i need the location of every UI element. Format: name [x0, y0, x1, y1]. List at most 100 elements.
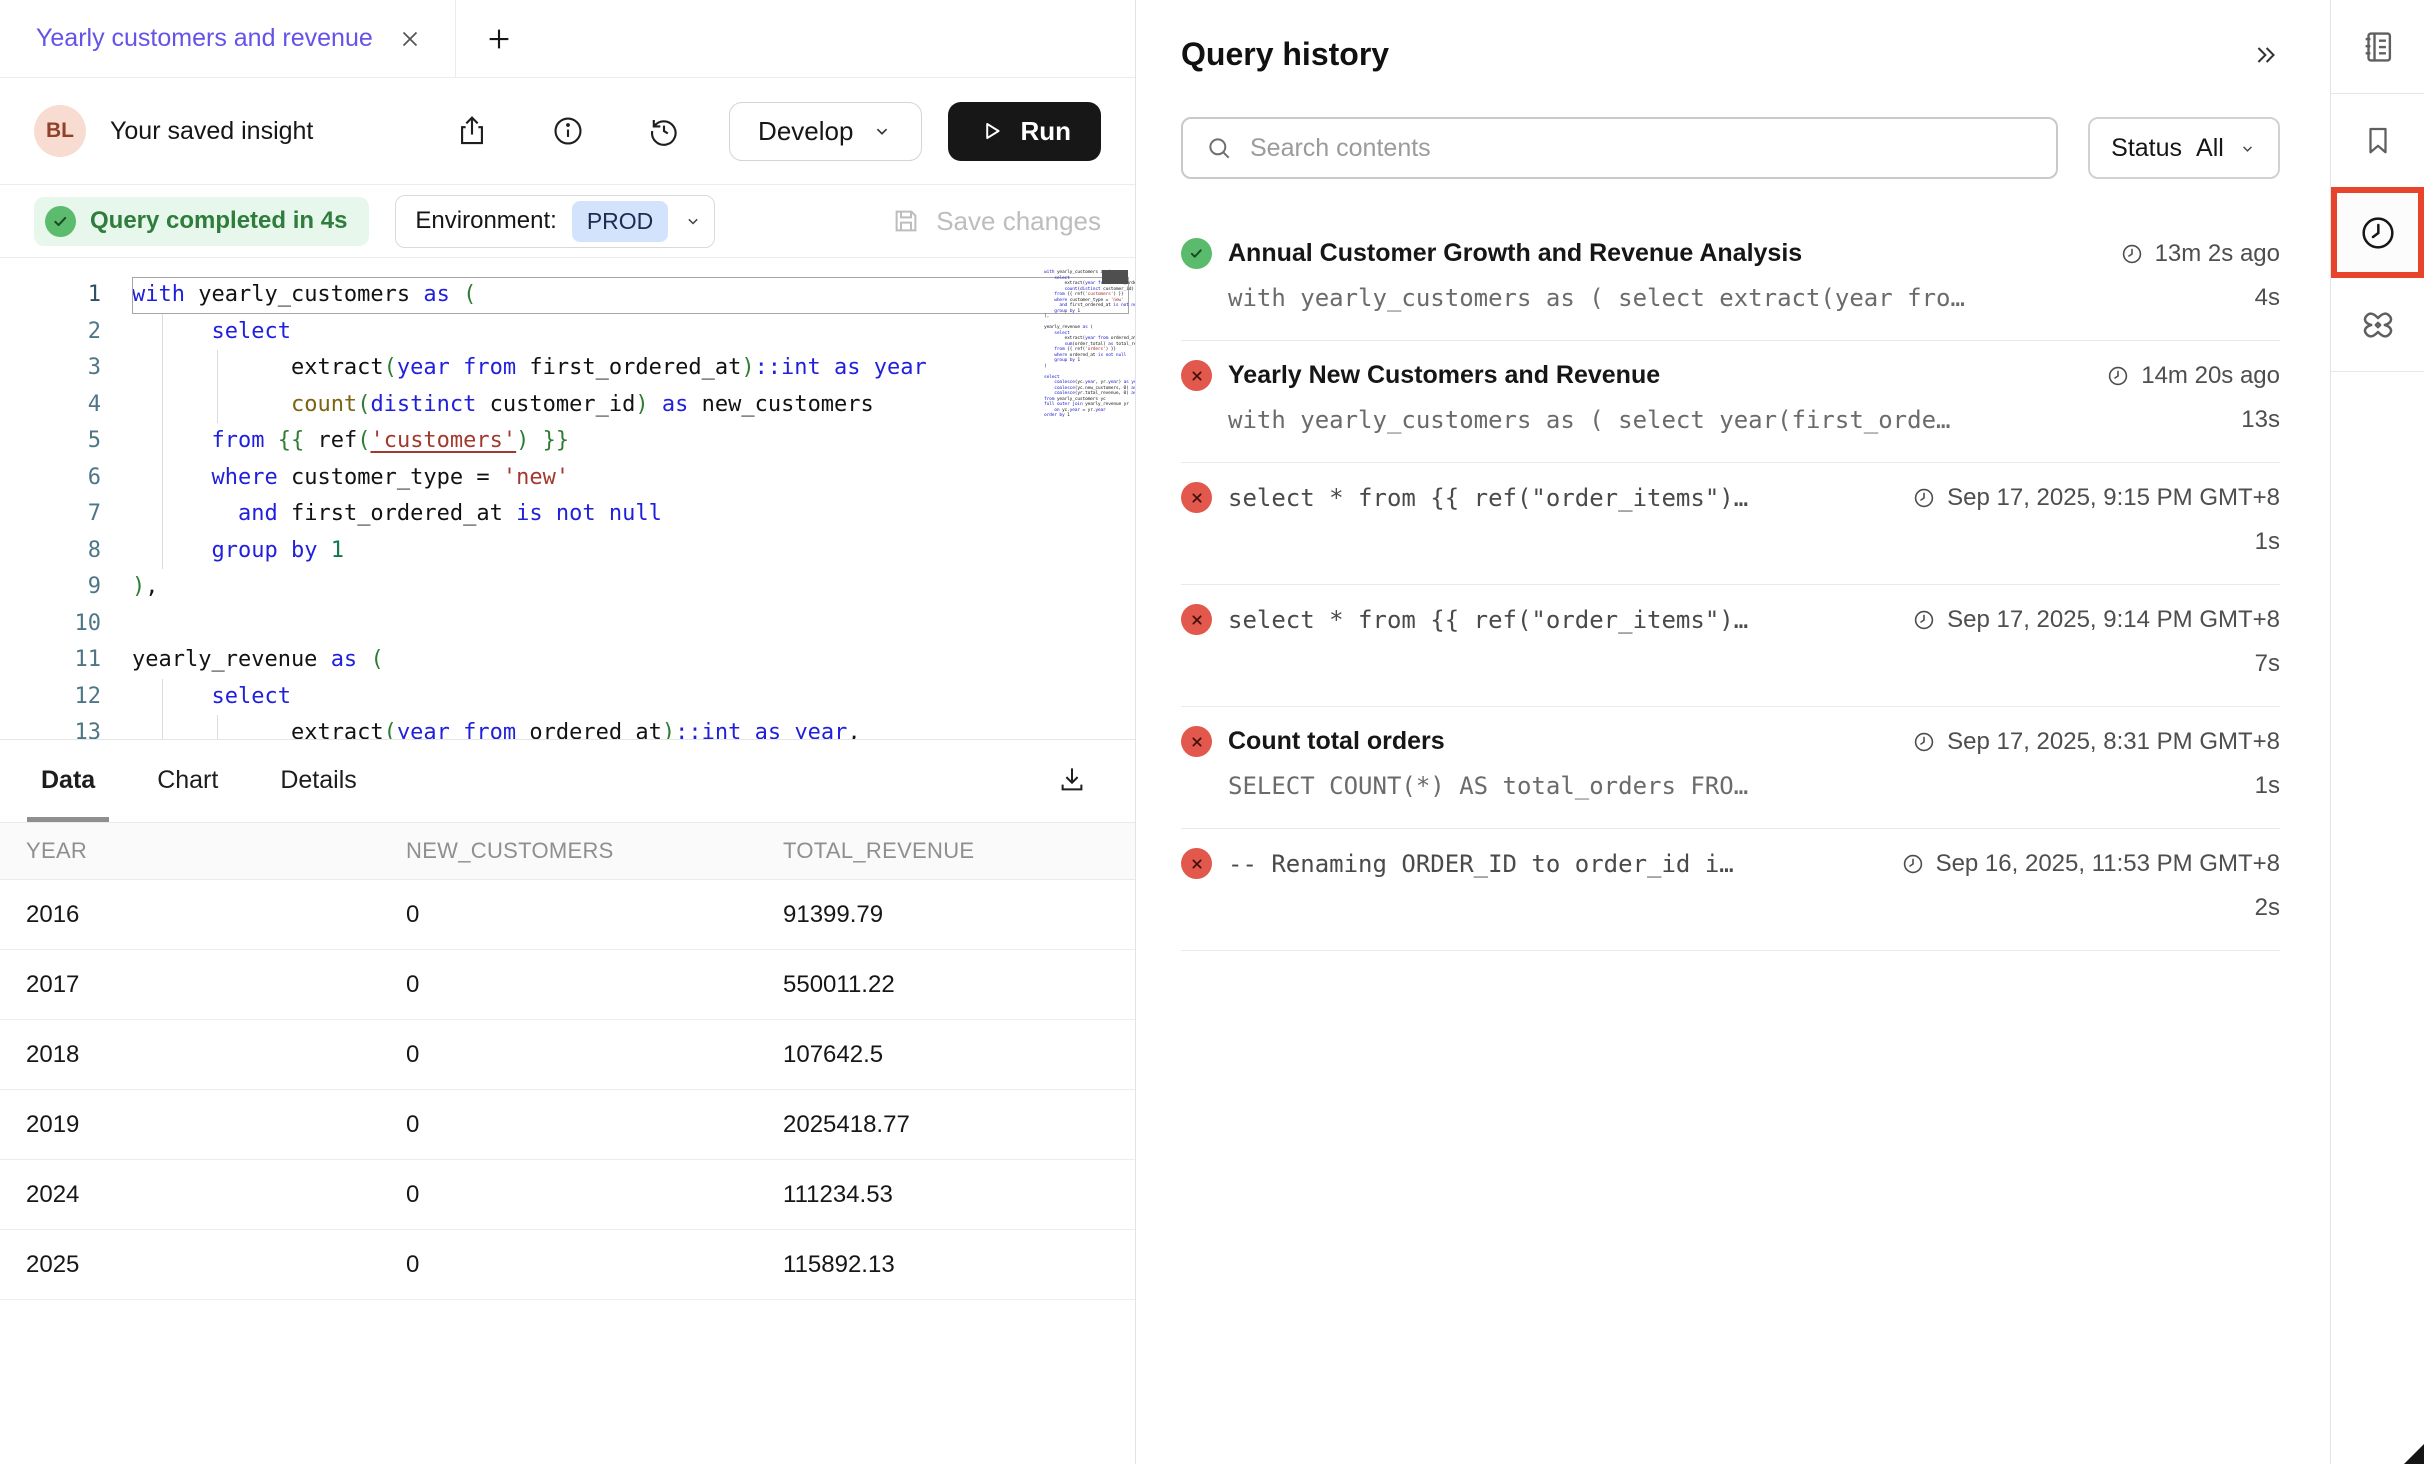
code-line[interactable]: where customer_type = 'new': [132, 460, 1129, 497]
status-filter-label: Status: [2111, 134, 2182, 163]
query-history-item-duration: 2s: [2255, 894, 2280, 922]
search-input[interactable]: [1250, 134, 2034, 163]
right-icon-rail: [2330, 0, 2424, 1464]
editor-minimap[interactable]: with yearly_customers as ( select extrac…: [1044, 270, 1116, 419]
code-line[interactable]: extract(year from ordered_at)::int as ye…: [132, 715, 1129, 740]
save-changes-label: Save changes: [936, 206, 1101, 237]
tab-chart[interactable]: Chart: [151, 766, 224, 822]
tab-yearly-customers-and-revenue[interactable]: Yearly customers and revenue: [0, 0, 456, 77]
table-cell: 115892.13: [783, 1251, 1135, 1279]
results-table-header: YEARNEW_CUSTOMERSTOTAL_REVENUE: [0, 822, 1135, 880]
indent-guide: [217, 350, 218, 423]
indent-guide: [217, 715, 218, 740]
resize-handle[interactable]: [2404, 1444, 2424, 1464]
code-line[interactable]: yearly_revenue as (: [132, 642, 1129, 679]
status-filter-dropdown[interactable]: Status All: [2088, 117, 2280, 179]
notebook-icon[interactable]: [2331, 0, 2424, 93]
environment-selector[interactable]: Environment: PROD: [395, 195, 715, 248]
sql-editor[interactable]: 12345678910111213 with yearly_customers …: [0, 258, 1135, 740]
line-number: 6: [0, 460, 101, 497]
error-x-icon: [1181, 360, 1212, 391]
error-x-icon: [1181, 482, 1212, 513]
lineage-icon[interactable]: [2331, 278, 2424, 371]
query-history-item-title: -- Renaming ORDER_ID to order_id i…: [1228, 850, 1734, 878]
table-row: 20170550011.22: [0, 950, 1135, 1020]
close-icon[interactable]: [397, 26, 423, 52]
status-filter-value: All: [2196, 134, 2224, 163]
history-icon[interactable]: [2331, 187, 2424, 278]
editor-scrollbar-thumb[interactable]: [1102, 270, 1128, 284]
save-icon: [891, 206, 921, 236]
table-cell: 0: [406, 1181, 783, 1209]
query-history-item-duration: 1s: [2255, 528, 2280, 556]
save-changes-button[interactable]: Save changes: [891, 206, 1101, 237]
download-icon[interactable]: [1057, 764, 1087, 794]
search-box[interactable]: [1181, 117, 2058, 179]
table-cell: 0: [406, 1111, 783, 1139]
table-cell: 2024: [0, 1181, 406, 1209]
table-cell: 2025: [0, 1251, 406, 1279]
query-history-item[interactable]: Yearly New Customers and Revenue14m 20s …: [1181, 341, 2280, 448]
table-cell: 2017: [0, 971, 406, 999]
info-icon[interactable]: [551, 114, 585, 148]
table-cell: 2018: [0, 1041, 406, 1069]
rail-divider: [2331, 371, 2424, 372]
code-line[interactable]: with yearly_customers as (: [132, 277, 1129, 314]
code-line[interactable]: group by 1: [132, 533, 1129, 570]
query-history-item-snippet: with yearly_customers as ( select extrac…: [1228, 284, 1965, 312]
tab-data[interactable]: Data: [35, 766, 101, 822]
code-line[interactable]: select: [132, 314, 1129, 351]
code-line[interactable]: select: [132, 679, 1129, 716]
share-icon[interactable]: [455, 114, 489, 148]
query-history-item-title: Count total orders: [1228, 727, 1445, 756]
code-line[interactable]: and first_ordered_at is not null: [132, 496, 1129, 533]
code-line[interactable]: extract(year from first_ordered_at)::int…: [132, 350, 1129, 387]
bookmark-icon[interactable]: [2331, 94, 2424, 187]
code-line[interactable]: from {{ ref('customers') }}: [132, 423, 1129, 460]
query-history-item-time: Sep 17, 2025, 8:31 PM GMT+8: [1892, 728, 2280, 756]
environment-label: Environment:: [415, 207, 556, 235]
code-line[interactable]: [132, 606, 1129, 643]
separator: [1181, 950, 2280, 951]
line-number: 7: [0, 496, 101, 533]
history-icon[interactable]: [647, 114, 681, 148]
table-cell: 111234.53: [783, 1181, 1135, 1209]
avatar: BL: [34, 105, 86, 157]
table-cell: 107642.5: [783, 1041, 1135, 1069]
editor-code[interactable]: with yearly_customers as ( select extrac…: [132, 277, 1129, 740]
line-number: 2: [0, 314, 101, 351]
check-circle-icon: [45, 206, 76, 237]
query-history-item-title: select * from {{ ref("order_items")…: [1228, 606, 1748, 634]
query-history-item-time: 13m 2s ago: [2100, 240, 2280, 268]
line-number: 12: [0, 679, 101, 716]
query-history-item[interactable]: -- Renaming ORDER_ID to order_id i…Sep 1…: [1181, 829, 2280, 936]
code-line[interactable]: ),: [132, 569, 1129, 606]
line-number: 3: [0, 350, 101, 387]
plus-icon[interactable]: [484, 24, 514, 54]
develop-button[interactable]: Develop: [729, 102, 922, 161]
clock-icon: [1912, 486, 1936, 510]
search-icon: [1205, 134, 1233, 162]
line-number: 1: [0, 277, 101, 314]
query-history-item-time: Sep 17, 2025, 9:15 PM GMT+8: [1892, 484, 2280, 512]
query-history-item[interactable]: Count total orders Sep 17, 2025, 8:31 PM …: [1181, 707, 2280, 814]
code-line[interactable]: count(distinct customer_id) as new_custo…: [132, 387, 1129, 424]
editor-gutter: 12345678910111213: [0, 277, 101, 740]
tab-details[interactable]: Details: [274, 766, 362, 822]
double-chevron-right-icon[interactable]: [2252, 41, 2280, 69]
success-check-icon: [1181, 238, 1212, 269]
table-cell: 0: [406, 971, 783, 999]
run-button[interactable]: Run: [948, 102, 1101, 161]
table-cell: 2025418.77: [783, 1111, 1135, 1139]
query-history-item[interactable]: select * from {{ ref("order_items")…Sep …: [1181, 585, 2280, 692]
clock-icon: [1912, 608, 1936, 632]
document-header: BL Your saved insight Develop Run: [0, 78, 1135, 185]
line-number: 11: [0, 642, 101, 679]
query-history-item-duration: 13s: [2241, 406, 2280, 434]
table-cell: 0: [406, 1041, 783, 1069]
chevron-down-icon: [683, 211, 703, 231]
query-history-item[interactable]: select * from {{ ref("order_items")… Sep …: [1181, 463, 2280, 570]
query-history-item-title: select * from {{ ref("order_items")…: [1228, 484, 1748, 512]
table-cell: 550011.22: [783, 971, 1135, 999]
query-history-item[interactable]: Annual Customer Growth and Revenue Analy…: [1181, 219, 2280, 326]
